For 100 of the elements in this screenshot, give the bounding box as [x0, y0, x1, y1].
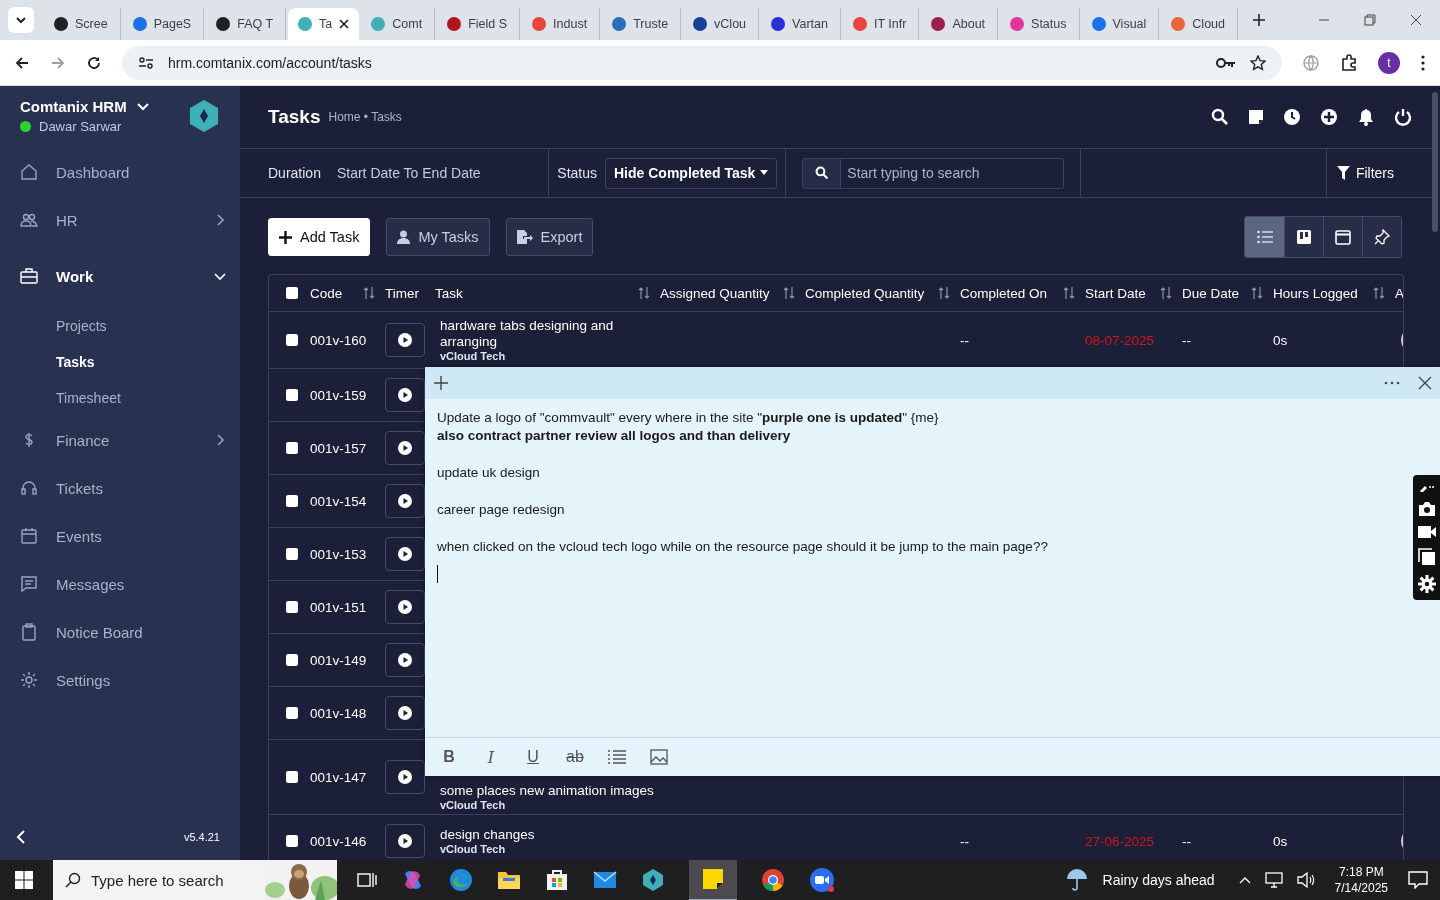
address-field[interactable]: hrm.comtanix.com/account/tasks — [122, 45, 1282, 80]
task-name[interactable]: some places new animation images — [440, 783, 654, 799]
mail-icon[interactable] — [593, 870, 617, 890]
task-name[interactable]: design changes — [440, 827, 535, 843]
hexagon-app-icon[interactable] — [641, 868, 665, 892]
sort-icon[interactable] — [783, 286, 795, 300]
start-timer-button[interactable] — [385, 378, 425, 412]
bell-icon[interactable] — [1357, 108, 1375, 126]
site-settings-icon[interactable] — [138, 55, 154, 70]
scrollbar[interactable] — [1432, 92, 1438, 232]
add-note-icon[interactable] — [433, 375, 449, 391]
chrome-icon[interactable] — [761, 868, 785, 892]
clock-icon[interactable] — [1283, 108, 1301, 126]
power-icon[interactable] — [1394, 108, 1412, 126]
sticky-note-icon[interactable] — [1248, 109, 1264, 125]
search-icon[interactable] — [1211, 108, 1229, 126]
nav-subitem[interactable]: Tasks — [0, 344, 240, 380]
extensions-icon[interactable] — [1340, 53, 1358, 72]
more-menu-icon[interactable] — [1420, 53, 1426, 72]
row-checkbox[interactable] — [285, 771, 298, 783]
browser-tab[interactable]: Ta — [288, 8, 360, 40]
nav-item[interactable]: Messages — [0, 560, 240, 608]
globe-icon[interactable] — [1302, 53, 1320, 72]
search-addon[interactable] — [802, 157, 842, 189]
close-icon[interactable] — [339, 19, 350, 29]
date-range-field[interactable]: Start Date To End Date — [336, 165, 481, 181]
nav-item[interactable]: Notice Board — [0, 608, 240, 656]
filters-button[interactable]: Filters — [1326, 149, 1432, 197]
export-button[interactable]: Export — [505, 218, 594, 256]
chevron-up-icon[interactable] — [1238, 876, 1251, 884]
start-timer-button[interactable] — [385, 760, 425, 794]
collapse-icon[interactable] — [16, 830, 26, 844]
speaker-icon[interactable] — [1296, 872, 1315, 888]
start-timer-button[interactable] — [385, 696, 425, 730]
nav-subitem[interactable]: Projects — [0, 308, 240, 344]
tab-search-button[interactable] — [8, 7, 34, 33]
row-checkbox[interactable] — [285, 707, 298, 719]
close-icon[interactable] — [1418, 376, 1432, 390]
umbrella-rain-icon[interactable] — [1064, 869, 1089, 891]
row-checkbox[interactable] — [285, 495, 298, 507]
start-timer-button[interactable] — [385, 431, 425, 465]
add-task-button[interactable]: Add Task — [268, 218, 371, 256]
start-timer-button[interactable] — [385, 824, 425, 858]
sort-icon[interactable] — [638, 286, 650, 300]
task-view-icon[interactable] — [357, 871, 377, 889]
start-timer-button[interactable] — [385, 537, 425, 571]
plus-circle-icon[interactable] — [1320, 108, 1338, 126]
company-name[interactable]: Comtanix HRM — [20, 98, 127, 115]
bold-button[interactable]: B — [435, 743, 463, 771]
nav-item[interactable]: Finance — [0, 416, 240, 464]
start-timer-button[interactable] — [385, 484, 425, 518]
start-timer-button[interactable] — [385, 590, 425, 624]
sort-icon[interactable] — [1251, 286, 1263, 300]
sort-icon[interactable] — [1063, 286, 1075, 300]
sort-icon[interactable] — [1160, 286, 1172, 300]
notifications-icon[interactable] — [1408, 871, 1428, 889]
task-name[interactable]: hardware tabs designing and arranging — [440, 318, 660, 350]
calendar-view-button[interactable] — [1323, 217, 1362, 257]
taskbar-search-field[interactable]: Type here to search — [53, 860, 337, 900]
video-camera-icon[interactable] — [1416, 525, 1437, 540]
underline-button[interactable]: U — [519, 743, 547, 771]
edge-icon[interactable] — [449, 868, 473, 892]
weather-text[interactable]: Rainy days ahead — [1102, 872, 1215, 888]
close-icon[interactable] — [1410, 14, 1422, 26]
folder-icon[interactable] — [497, 869, 521, 891]
board-view-button[interactable] — [1284, 217, 1323, 257]
more-menu-icon[interactable] — [1384, 381, 1400, 385]
window-icon[interactable] — [1417, 548, 1436, 567]
row-checkbox[interactable] — [285, 389, 298, 401]
nav-item[interactable]: HR — [0, 196, 240, 244]
taskbar-clock[interactable]: 7:18 PM 7/14/2025 — [1334, 864, 1388, 896]
nav-item[interactable]: Dashboard — [0, 148, 240, 196]
start-timer-button[interactable] — [385, 643, 425, 677]
gear-icon[interactable] — [1417, 574, 1436, 593]
search-field[interactable]: Start typing to search — [841, 157, 1065, 189]
forward-icon[interactable] — [50, 54, 66, 71]
row-checkbox[interactable] — [285, 548, 298, 560]
row-checkbox[interactable] — [285, 654, 298, 666]
sort-icon[interactable] — [938, 286, 950, 300]
restore-icon[interactable] — [1364, 14, 1376, 26]
store-icon[interactable] — [545, 868, 569, 892]
camera-icon[interactable] — [1417, 500, 1436, 517]
nav-item[interactable]: Tickets — [0, 464, 240, 512]
strike-button[interactable]: ab — [561, 743, 589, 771]
select-all-checkbox[interactable] — [285, 287, 298, 299]
nav-item[interactable]: Settings — [0, 656, 240, 704]
new-tab-icon[interactable] — [1252, 13, 1266, 27]
sort-icon[interactable] — [363, 286, 375, 300]
row-checkbox[interactable] — [285, 835, 298, 847]
network-icon[interactable] — [1264, 872, 1283, 888]
star-icon[interactable] — [1250, 54, 1266, 71]
windows-start-icon[interactable] — [15, 871, 33, 889]
row-checkbox[interactable] — [285, 442, 298, 454]
pin-view-button[interactable] — [1362, 217, 1401, 257]
reload-icon[interactable] — [86, 54, 102, 71]
profile-avatar[interactable]: t — [1378, 51, 1400, 74]
sort-icon[interactable] — [1373, 286, 1385, 300]
nav-item[interactable]: Work — [0, 244, 240, 308]
key-icon[interactable] — [1216, 55, 1236, 70]
start-timer-button[interactable] — [385, 323, 425, 357]
